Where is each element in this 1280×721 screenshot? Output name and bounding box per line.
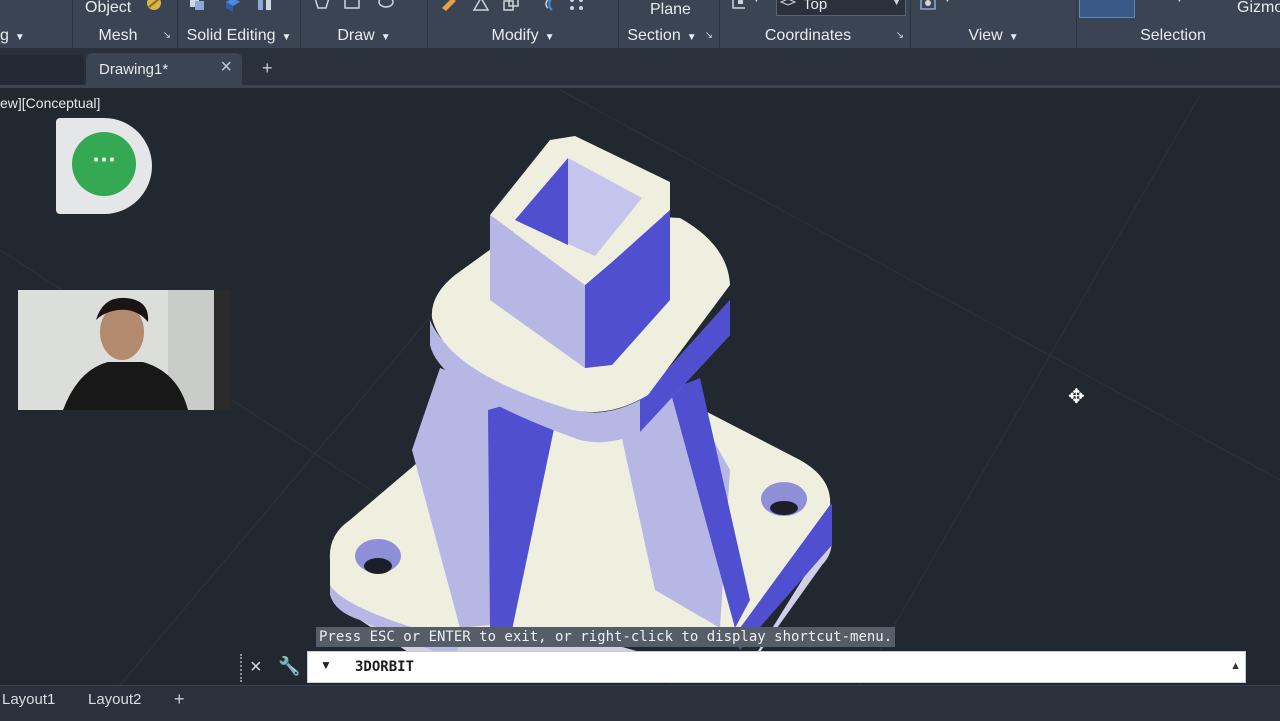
ribbon-panel-view[interactable]: ▼ View ▼ (911, 0, 1077, 48)
view-cube-icon (779, 0, 797, 6)
ucs-icon[interactable] (730, 0, 748, 12)
command-text: 3DORBIT (355, 659, 415, 675)
bolt-hole-depth (770, 501, 798, 515)
panel-label: Selection (1140, 27, 1206, 44)
chevron-down-icon: ▼ (14, 32, 25, 43)
panel-launcher-icon[interactable]: ↘ (163, 30, 171, 41)
chevron-down-icon: ▼ (281, 32, 292, 43)
ribbon-panel-modify[interactable]: Modify ▼ (428, 0, 619, 48)
file-tab-bar: Drawing1* × + (0, 49, 1280, 88)
panel-label: Coordinates (764, 27, 852, 44)
chevron-down-icon: ▼ (1008, 32, 1019, 43)
add-layout-icon[interactable]: + (174, 689, 185, 710)
panel-label: g (0, 27, 9, 44)
polyline-icon[interactable] (313, 0, 331, 12)
chevron-down-icon: ▼ (544, 32, 555, 43)
smooth-object-icon[interactable] (145, 0, 163, 13)
chevron-down-icon: ▼ (752, 0, 761, 4)
panel-launcher-icon[interactable]: ↘ (896, 30, 904, 41)
offset-icon[interactable] (538, 0, 556, 12)
layout-tab-1[interactable]: Layout1 (2, 691, 55, 708)
ribbon-panel-coordinates[interactable]: ▼ Top ▼ Coordinates ↘ (720, 0, 911, 48)
grid-line (859, 94, 1201, 685)
panel-label: Modify (491, 27, 539, 44)
drag-handle[interactable] (240, 654, 248, 682)
webcam-feed (18, 290, 231, 410)
chevron-down-icon: ▼ (1175, 0, 1184, 4)
visual-style-icon[interactable] (919, 0, 937, 12)
file-tab-drawing1[interactable]: Drawing1* × (86, 53, 242, 85)
panel-label: Draw (337, 27, 375, 44)
named-view-dropdown[interactable]: Top ▼ (776, 0, 906, 16)
selection-filter-swatch[interactable] (1079, 0, 1135, 18)
more-options-button[interactable]: ⋯ (72, 132, 136, 196)
chevron-down-icon[interactable]: ▼ (320, 658, 332, 672)
panel-label: Solid Editing (186, 27, 276, 44)
chevron-down-icon: ▼ (380, 32, 391, 43)
ribbon-panel-mesh[interactable]: Object Mesh ↘ (73, 0, 178, 48)
ribbon: g ▼ Object Mesh ↘ Solid Editing ▼ Draw ▼ Mo… (0, 0, 1280, 49)
orbit-cursor-icon: ✥ (1068, 386, 1085, 408)
command-prompt-message: Press ESC or ENTER to exit, or right-cli… (316, 627, 896, 647)
chevron-down-icon: ▼ (686, 32, 697, 43)
object-label: Object (85, 0, 132, 16)
named-view-value: Top (803, 0, 828, 13)
panel-label: View (968, 27, 1003, 44)
extrude-faces-icon[interactable] (224, 0, 242, 12)
ribbon-panel-selection[interactable]: ▼ Gizmo Selection (1077, 0, 1280, 48)
bolt-hole-depth (364, 558, 392, 574)
copy-icon[interactable] (502, 0, 520, 12)
section-plane-label[interactable]: Plane (650, 1, 691, 19)
array-icon[interactable] (568, 0, 586, 12)
fillet-icon[interactable] (472, 0, 490, 12)
ribbon-panel-section[interactable]: Plane Section ▼ ↘ (619, 0, 720, 48)
solid-copy-icon[interactable] (188, 0, 206, 12)
circle-icon[interactable] (377, 0, 395, 12)
separate-icon[interactable] (256, 0, 274, 12)
chevron-down-icon: ▼ (892, 0, 901, 7)
ribbon-panel-draw[interactable]: Draw ▼ (301, 0, 428, 48)
viewport-controls-label[interactable]: ew][Conceptual] (0, 95, 100, 111)
command-input[interactable]: ▼ 3DORBIT ▲ (307, 651, 1246, 683)
layout-tab-bar: Layout1 Layout2 + (0, 685, 1280, 721)
panel-label: Section (627, 27, 681, 44)
pencil-icon[interactable] (440, 0, 458, 12)
ribbon-panel-solid-editing[interactable]: Solid Editing ▼ (178, 0, 301, 48)
chevron-up-icon[interactable]: ▲ (1230, 660, 1241, 672)
rectangle-icon[interactable] (343, 0, 361, 12)
close-icon[interactable]: × (220, 56, 232, 79)
gizmo-label[interactable]: Gizmo (1237, 0, 1280, 17)
command-line: × 🔧 ▼ 3DORBIT ▲ (240, 651, 1246, 685)
close-icon[interactable]: × (250, 656, 262, 679)
wrench-icon[interactable]: 🔧 (278, 656, 300, 677)
meeting-overlay[interactable]: ⋯ (56, 118, 152, 214)
person-image (18, 290, 231, 410)
chevron-down-icon: ▼ (943, 0, 952, 4)
layout-tab-2[interactable]: Layout2 (88, 691, 141, 708)
file-tab-title: Drawing1* (99, 61, 169, 78)
panel-label: Mesh (98, 27, 138, 44)
file-tab-start[interactable] (0, 55, 84, 85)
new-tab-icon[interactable]: + (262, 58, 273, 79)
